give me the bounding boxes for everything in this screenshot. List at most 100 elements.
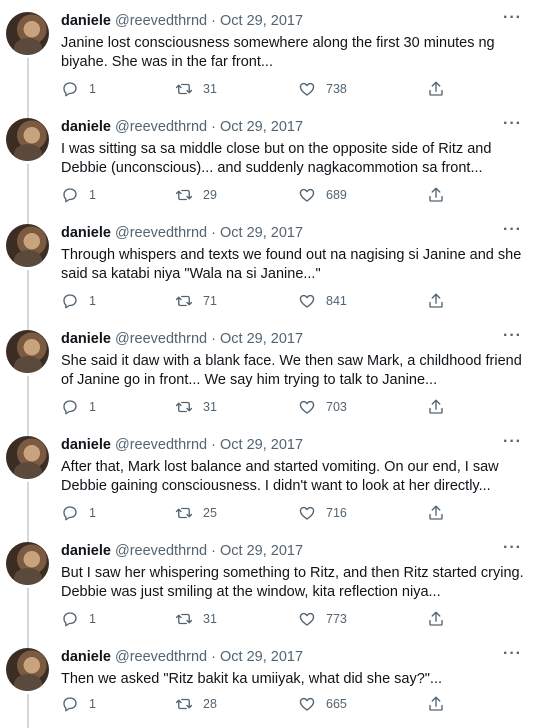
tweet[interactable]: daniele @reevedthrnd · Oct 29, 2017 ··· … (0, 212, 540, 318)
retweet-icon (175, 83, 193, 95)
retweet-button[interactable]: 25 (175, 504, 217, 522)
separator-dot: · (211, 119, 216, 135)
thread-line (27, 588, 29, 636)
author-handle[interactable]: @reevedthrnd (115, 543, 207, 559)
like-button[interactable]: 689 (298, 186, 347, 204)
avatar[interactable] (6, 118, 49, 161)
retweet-icon (175, 401, 193, 413)
retweet-count: 71 (203, 294, 217, 308)
heart-icon (299, 82, 315, 96)
share-button[interactable] (427, 292, 445, 310)
tweet-actions: 1 25 716 (61, 504, 481, 524)
tweet[interactable]: daniele @reevedthrnd · Oct 29, 2017 ··· … (0, 530, 540, 636)
retweet-icon (175, 295, 193, 307)
tweet[interactable]: daniele @reevedthrnd · Oct 29, 2017 ··· … (0, 424, 540, 530)
reply-count: 1 (89, 188, 96, 202)
tweet-date[interactable]: Oct 29, 2017 (220, 13, 303, 29)
author-handle[interactable]: @reevedthrnd (115, 225, 207, 241)
like-count: 689 (326, 188, 347, 202)
share-button[interactable] (427, 398, 445, 416)
heart-icon (299, 188, 315, 202)
avatar[interactable] (6, 224, 49, 267)
more-options-icon[interactable]: ··· (503, 115, 522, 133)
tweet-header: daniele @reevedthrnd · Oct 29, 2017 (61, 649, 303, 666)
author-name[interactable]: daniele (61, 331, 111, 347)
more-options-icon[interactable]: ··· (503, 539, 522, 557)
retweet-button[interactable]: 31 (175, 80, 217, 98)
more-options-icon[interactable]: ··· (503, 433, 522, 451)
reply-button[interactable]: 1 (61, 186, 96, 204)
reply-icon (63, 294, 77, 309)
author-handle[interactable]: @reevedthrnd (115, 331, 207, 347)
tweet[interactable]: daniele @reevedthrnd · Oct 29, 2017 ··· … (0, 0, 540, 106)
like-button[interactable]: 703 (298, 398, 347, 416)
share-icon (429, 187, 443, 202)
tweet[interactable]: daniele @reevedthrnd · Oct 29, 2017 ··· … (0, 106, 540, 212)
tweet-date[interactable]: Oct 29, 2017 (220, 649, 303, 665)
more-options-icon[interactable]: ··· (503, 221, 522, 239)
like-button[interactable]: 841 (298, 292, 347, 310)
retweet-button[interactable]: 31 (175, 610, 217, 628)
tweet[interactable]: daniele @reevedthrnd · Oct 29, 2017 ··· … (0, 636, 540, 728)
author-handle[interactable]: @reevedthrnd (115, 437, 207, 453)
heart-icon (299, 400, 315, 414)
tweet-date[interactable]: Oct 29, 2017 (220, 225, 303, 241)
author-handle[interactable]: @reevedthrnd (115, 119, 207, 135)
author-handle[interactable]: @reevedthrnd (115, 13, 207, 29)
tweet-header: daniele @reevedthrnd · Oct 29, 2017 (61, 119, 303, 136)
author-name[interactable]: daniele (61, 649, 111, 665)
reply-count: 1 (89, 612, 96, 626)
avatar[interactable] (6, 330, 49, 373)
author-name[interactable]: daniele (61, 543, 111, 559)
more-options-icon[interactable]: ··· (503, 327, 522, 345)
avatar[interactable] (6, 436, 49, 479)
thread-line (27, 212, 29, 224)
tweet-date[interactable]: Oct 29, 2017 (220, 119, 303, 135)
reply-button[interactable]: 1 (61, 292, 96, 310)
reply-button[interactable]: 1 (61, 695, 96, 713)
avatar[interactable] (6, 12, 49, 55)
tweet-text: She said it daw with a blank face. We th… (61, 353, 522, 388)
author-name[interactable]: daniele (61, 225, 111, 241)
author-name[interactable]: daniele (61, 13, 111, 29)
more-options-icon[interactable]: ··· (503, 645, 522, 663)
avatar[interactable] (6, 542, 49, 585)
like-button[interactable]: 665 (298, 695, 347, 713)
retweet-button[interactable]: 71 (175, 292, 217, 310)
tweet-text: After that, Mark lost balance and starte… (61, 459, 499, 494)
separator-dot: · (211, 13, 216, 29)
reply-button[interactable]: 1 (61, 504, 96, 522)
author-name[interactable]: daniele (61, 119, 111, 135)
tweet-actions: 1 28 665 (61, 695, 481, 715)
like-button[interactable]: 738 (298, 80, 347, 98)
reply-icon (63, 612, 77, 627)
retweet-button[interactable]: 31 (175, 398, 217, 416)
avatar[interactable] (6, 648, 49, 691)
tweet-date[interactable]: Oct 29, 2017 (220, 437, 303, 453)
share-button[interactable] (427, 186, 445, 204)
like-button[interactable]: 716 (298, 504, 347, 522)
share-icon (429, 293, 443, 308)
tweet-actions: 1 71 841 (61, 292, 481, 312)
tweet[interactable]: daniele @reevedthrnd · Oct 29, 2017 ··· … (0, 318, 540, 424)
share-icon (429, 696, 443, 711)
retweet-button[interactable]: 28 (175, 695, 217, 713)
reply-icon (63, 697, 77, 712)
tweet-date[interactable]: Oct 29, 2017 (220, 543, 303, 559)
like-count: 703 (326, 400, 347, 414)
author-name[interactable]: daniele (61, 437, 111, 453)
share-button[interactable] (427, 504, 445, 522)
like-button[interactable]: 773 (298, 610, 347, 628)
tweet-date[interactable]: Oct 29, 2017 (220, 331, 303, 347)
share-button[interactable] (427, 695, 445, 713)
reply-button[interactable]: 1 (61, 610, 96, 628)
retweet-count: 28 (203, 697, 217, 711)
retweet-button[interactable]: 29 (175, 186, 217, 204)
more-options-icon[interactable]: ··· (503, 9, 522, 27)
share-button[interactable] (427, 80, 445, 98)
share-button[interactable] (427, 610, 445, 628)
author-handle[interactable]: @reevedthrnd (115, 649, 207, 665)
retweet-count: 25 (203, 506, 217, 520)
reply-button[interactable]: 1 (61, 80, 96, 98)
reply-button[interactable]: 1 (61, 398, 96, 416)
